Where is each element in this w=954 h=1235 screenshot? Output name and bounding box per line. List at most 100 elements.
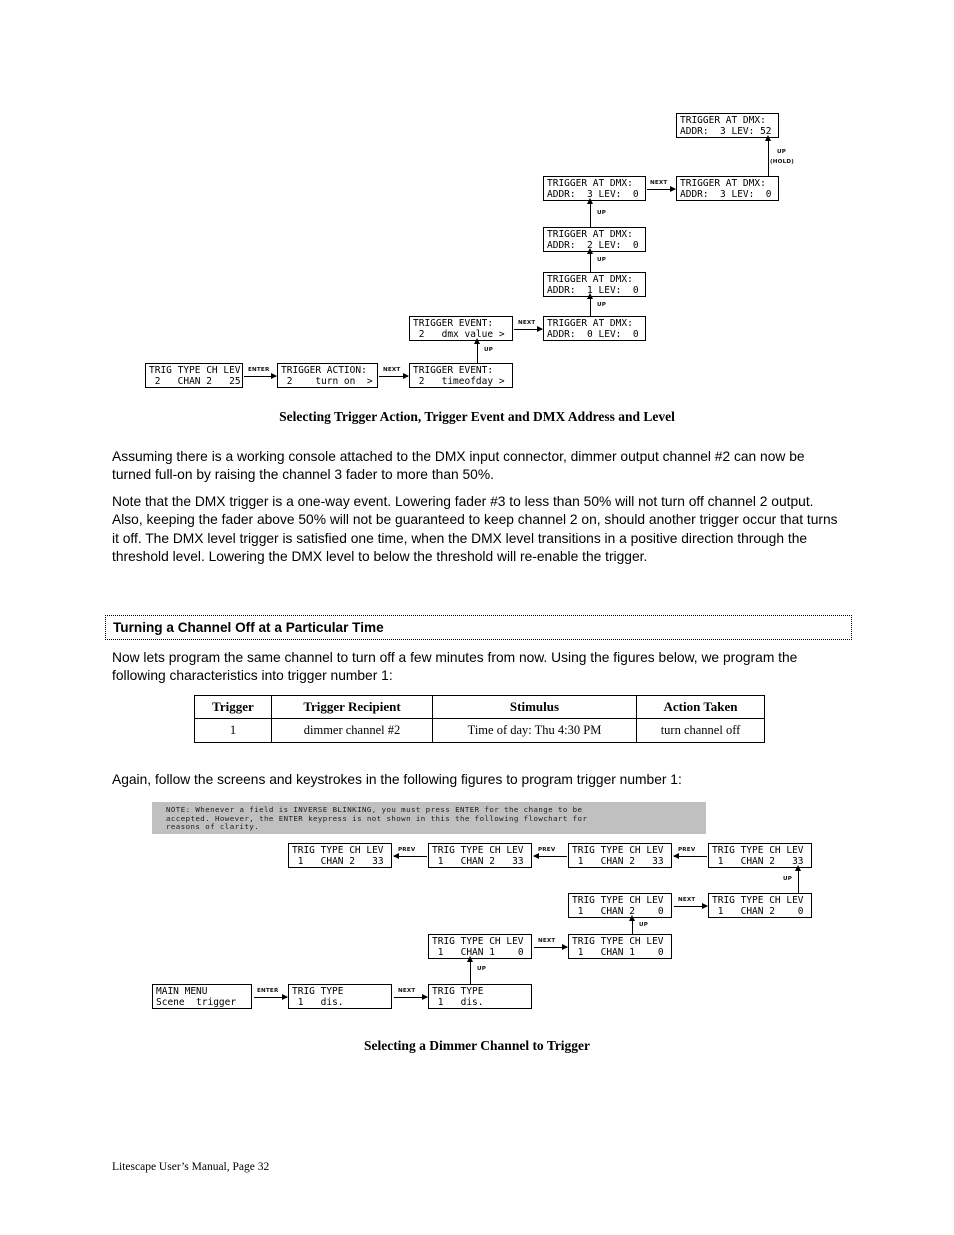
- lcd-line-1: TRIG TYPE CH LEV: [572, 936, 664, 947]
- arrow-prev-to-type: [533, 853, 567, 859]
- arrow-enter-to-trig-type: [254, 994, 288, 1000]
- lcd-text-post: 2 33: [483, 856, 524, 867]
- arrow-next-to-event: [379, 373, 409, 379]
- lcd-line-1: TRIGGER AT DMX:: [547, 274, 633, 285]
- table-cell-stimulus: Time of day: Thu 4:30 PM: [432, 718, 637, 743]
- lcd-line-1: TRIG TYPE: [432, 986, 484, 997]
- key-label-enter: ENTER: [248, 367, 270, 373]
- lcd-line-1: TRIG TYPE CH LEV: [572, 895, 664, 906]
- arrow-up-hold: [765, 135, 771, 177]
- lcd-line-1: TRIGGER AT DMX:: [547, 178, 633, 189]
- key-label-next: NEXT: [383, 367, 401, 373]
- arrow-next-to-ch-field: [534, 944, 568, 950]
- lcd-text-pre: [149, 376, 155, 387]
- lcd-text-highlight: dis.: [460, 997, 484, 1009]
- lcd-trig-type-ch-lev: TRIG TYPE CH LEV 2 CHAN 2 25: [145, 363, 243, 388]
- lcd-text-pre: ADDR:: [547, 240, 588, 251]
- arrow-up-addr2-to-addr3: [587, 198, 593, 228]
- lcd-line-2: 1 CHAN 2 33: [572, 856, 668, 868]
- lcd-text-pre: 1: [432, 997, 461, 1008]
- key-label-up: UP: [597, 302, 607, 308]
- lcd-text-post: CHAN 2 25: [160, 376, 241, 387]
- lcd-text-pre: 1 CHAN: [572, 906, 630, 917]
- lcd-trig-1-ch2-lev0: TRIG TYPE CH LEV 1 CHAN 2 0: [568, 893, 672, 918]
- key-label-next: NEXT: [678, 897, 696, 903]
- lcd-text-pre: 2: [413, 376, 442, 387]
- lcd-text-post: CHAN 2 33: [303, 856, 384, 867]
- lcd-dmx-addr0: TRIGGER AT DMX: ADDR: 0 LEV: 0: [543, 316, 646, 341]
- key-label-next: NEXT: [650, 180, 668, 186]
- lcd-line-2: 2 CHAN 2 25: [149, 376, 241, 388]
- lcd-dmx-addr3-lev52: TRIGGER AT DMX: ADDR: 3 LEV: 52: [676, 113, 779, 138]
- lcd-line-1: TRIG TYPE CH LEV: [572, 845, 664, 856]
- key-label-hold: (HOLD): [770, 159, 794, 165]
- lcd-text-pre: 1: [432, 947, 461, 958]
- paragraph-assuming-console: Assuming there is a working console atta…: [112, 449, 805, 483]
- lcd-dmx-addr3: TRIGGER AT DMX: ADDR: 3 LEV: 0: [543, 176, 646, 201]
- lcd-text-pre: 1 CHAN: [572, 856, 630, 867]
- lcd-line-1: TRIG TYPE CH LEV: [149, 365, 241, 376]
- lcd-line-2: ADDR: 1 LEV: 0: [547, 285, 642, 297]
- lcd-line-1: TRIGGER AT DMX:: [680, 115, 766, 126]
- lcd-line-2: ADDR: 2 LEV: 0: [547, 240, 642, 252]
- lcd-text-pre: 1: [432, 856, 461, 867]
- lcd-trig-type-num-sel: TRIG TYPE 1 dis.: [288, 984, 392, 1009]
- lcd-line-1: TRIGGER AT DMX:: [547, 229, 633, 240]
- lcd-line-1: TRIG TYPE CH LEV: [292, 845, 384, 856]
- lcd-text-post: LEV: 0: [592, 285, 639, 296]
- lcd-text-post: LEV: 0: [592, 329, 639, 340]
- lcd-text-highlight: timeofday: [441, 376, 494, 388]
- lcd-text-highlight: 0: [797, 906, 804, 918]
- page-footer: Litescape User’s Manual, Page 32: [112, 1161, 270, 1173]
- key-label-next: NEXT: [538, 938, 556, 944]
- arrow-prev-to-ch: [673, 853, 707, 859]
- lcd-line-1: TRIGGER EVENT:: [413, 318, 494, 329]
- lcd-line-2: Scene trigger: [156, 997, 248, 1009]
- lcd-line-2: ADDR: 3 LEV: 0: [547, 189, 642, 201]
- table-header-recipient: Trigger Recipient: [271, 695, 433, 719]
- lcd-trig-1-chan-sel: TRIG TYPE CH LEV 1 CHAN 1 0: [428, 934, 532, 959]
- paragraph-now-lets-program: Now lets program the same channel to tur…: [112, 650, 798, 684]
- lcd-line-2: 1 CHAN 1 0: [572, 947, 668, 959]
- lcd-text-pre: 2: [281, 376, 316, 387]
- lcd-text-post: dis.: [303, 997, 344, 1008]
- lcd-text-pre: ADDR: 3 LEV:: [680, 126, 761, 137]
- lcd-text-post: >: [355, 376, 373, 387]
- lcd-text-post: 0: [634, 947, 664, 958]
- arrow-next-to-dmx-addr: [514, 326, 543, 332]
- lcd-trigger-event-dmx-value: TRIGGER EVENT: 2 dmx value >: [409, 316, 513, 341]
- lcd-text-highlight: trigger: [196, 997, 237, 1009]
- lcd-line-2: 1 dis.: [432, 997, 528, 1009]
- lcd-text-highlight: dmx value: [441, 329, 494, 341]
- arrow-up-event-to-dmx-value: [474, 338, 480, 364]
- arrow-next-to-lev: [674, 903, 708, 909]
- key-label-up: UP: [597, 257, 607, 263]
- lcd-text-pre: ADDR:: [547, 329, 588, 340]
- lcd-text-post: >: [493, 376, 505, 387]
- lcd-text-post: LEV: 0: [592, 189, 639, 200]
- lcd-line-2: 1 dis.: [292, 997, 388, 1009]
- key-label-up: UP: [484, 347, 494, 353]
- paragraph-one-way-event: Note that the DMX trigger is a one-way e…: [112, 494, 838, 565]
- lcd-trig-1-ch1-sel: TRIG TYPE CH LEV 1 CHAN 1 0: [568, 934, 672, 959]
- key-label-next: NEXT: [518, 320, 536, 326]
- key-label-up: UP: [783, 876, 793, 882]
- key-label-up: UP: [477, 966, 487, 972]
- figure-caption-1: Selecting Trigger Action, Trigger Event …: [279, 409, 675, 424]
- lcd-line-2: ADDR: 3 LEV: 52: [680, 126, 775, 138]
- table-header-row: Trigger Trigger Recipient Stimulus Actio…: [194, 695, 765, 719]
- lcd-trig-1-type-sel: TRIG TYPE CH LEV 1 CHAN 2 33: [428, 843, 532, 868]
- lcd-text-highlight: 0: [765, 189, 772, 201]
- lcd-trig-1-trignum-sel: TRIG TYPE CH LEV 1 CHAN 2 33: [288, 843, 392, 868]
- lcd-line-2: 1 CHAN 2 33: [432, 856, 528, 868]
- lcd-trigger-action: TRIGGER ACTION: 2 turn on >: [277, 363, 378, 388]
- lcd-text-pre: 2: [413, 329, 442, 340]
- lcd-line-1: TRIG TYPE CH LEV: [712, 845, 804, 856]
- lcd-line-1: TRIG TYPE CH LEV: [712, 895, 804, 906]
- lcd-text-highlight: turn on: [315, 376, 356, 388]
- lcd-dmx-addr1: TRIGGER AT DMX: ADDR: 1 LEV: 0: [543, 272, 646, 297]
- lcd-text-pre: [292, 856, 298, 867]
- lcd-line-2: 2 dmx value >: [413, 329, 509, 341]
- note-line-3: reasons of clarity.: [166, 822, 260, 832]
- arrow-next-to-lev-edit: [647, 186, 676, 192]
